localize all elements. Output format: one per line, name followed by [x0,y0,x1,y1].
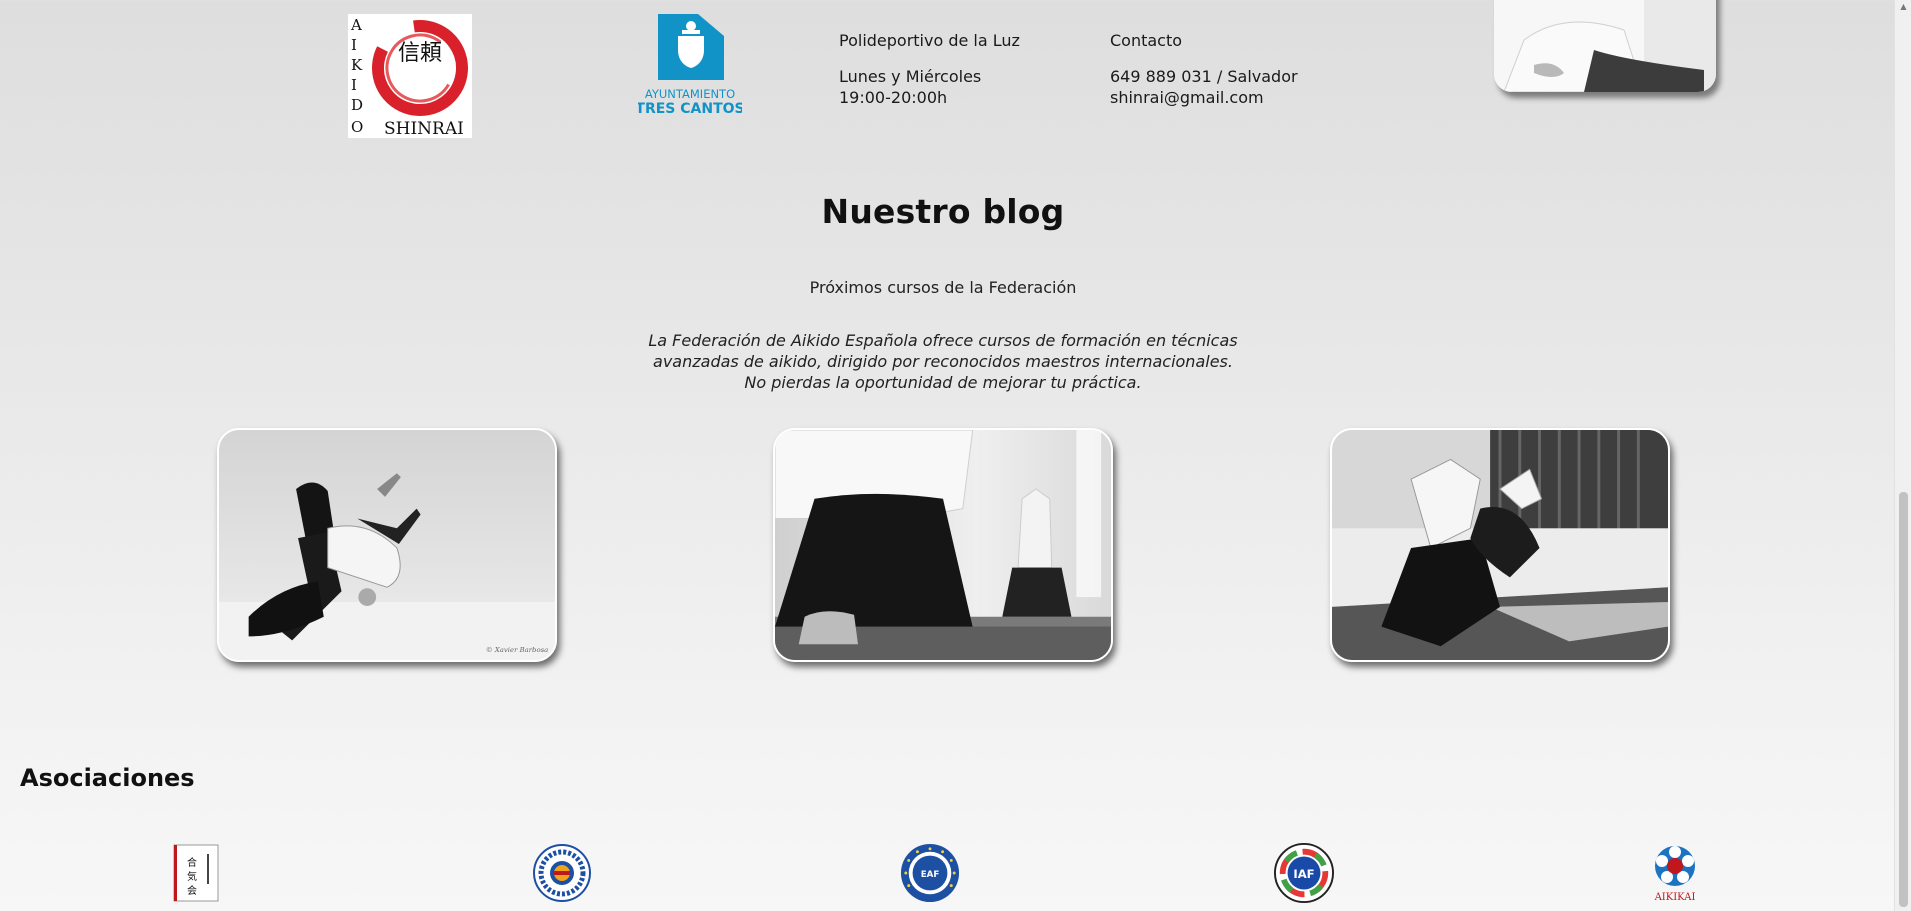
blog-desc-line: avanzadas de aikido, dirigido por recono… [653,352,1233,371]
page-scrollbar[interactable]: ▲ [1894,0,1911,911]
tres-cantos-logo[interactable]: AYUNTAMIENTO TRES CANTOS [635,14,745,118]
asociaciones-title: Asociaciones [20,764,195,792]
scrollbar-thumb[interactable] [1899,492,1908,907]
svg-text:合: 合 [187,856,197,869]
shinrai-logo-text: SHINRAI [384,119,464,138]
aikido-technique-photo[interactable] [1330,428,1670,662]
blog-description: La Federación de Aikido Española ofrece … [0,330,1886,393]
contact-info: Contacto 649 889 031 / Salvador shinrai@… [1110,30,1298,108]
venue-name: Polideportivo de la Luz [839,31,1020,50]
svg-text:A: A [350,16,362,34]
svg-text:O: O [351,118,363,136]
svg-text:気: 気 [187,870,197,883]
svg-text:I: I [351,36,357,54]
aikikai-logo-text: AIKIKAI [1654,892,1696,903]
blog-post-title[interactable]: Próximos cursos de la Federación [0,278,1886,297]
photo-credit: © Xavier Barbosa [486,646,548,654]
contact-phone[interactable]: 649 889 031 / Salvador [1110,66,1298,87]
aikikai-calligraphy-logo[interactable]: 合 気 会 [166,842,226,904]
blog-title: Nuestro blog [821,192,1065,231]
shinrai-kanji-text: 信頼 [398,41,442,66]
scroll-up-arrow-icon[interactable]: ▲ [1895,0,1911,14]
tres-cantos-line2: TRES CANTOS [638,101,742,117]
venue-info: Polideportivo de la Luz Lunes y Miércole… [839,30,1020,108]
contact-email[interactable]: shinrai@gmail.com [1110,87,1298,108]
contact-heading: Contacto [1110,31,1183,50]
venue-hours: 19:00-20:00h [839,88,948,107]
federacion-espanola-logo[interactable] [532,842,592,904]
aikido-kneeling-photo[interactable] [773,428,1113,662]
blog-desc-line: La Federación de Aikido Española ofrece … [648,331,1238,350]
svg-text:D: D [351,96,363,114]
iaf-logo-text: IAF [1293,867,1314,881]
tres-cantos-line1: AYUNTAMIENTO [645,87,735,101]
aikikai-foundation-logo[interactable]: AIKIKAI [1645,842,1705,904]
svg-text:I: I [351,76,357,94]
blog-desc-line: No pierdas la oportunidad de mejorar tu … [744,373,1142,392]
eaf-logo-text: EAF [921,870,940,880]
svg-text:K: K [351,56,363,74]
aikido-corner-photo [1494,0,1716,92]
iaf-logo[interactable]: IAF [1274,842,1334,904]
aikido-shinrai-logo[interactable]: 信頼 A I K I D O SHINRAI [348,14,472,138]
svg-text:会: 会 [187,884,197,897]
aikido-throw-photo[interactable]: © Xavier Barbosa [217,428,557,662]
eaf-logo[interactable]: EAF [900,842,960,904]
venue-days: Lunes y Miércoles [839,67,982,86]
